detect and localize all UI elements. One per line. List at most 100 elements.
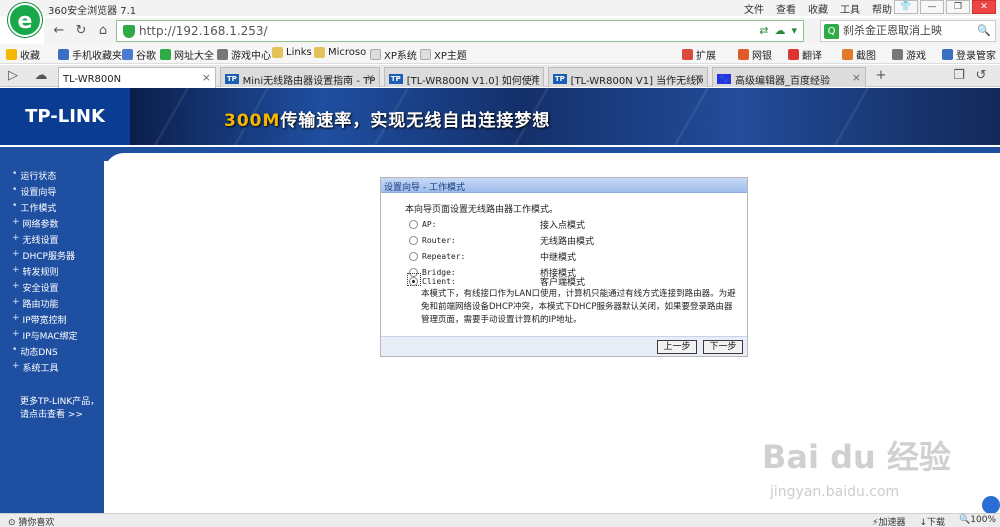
radio-client[interactable]	[409, 277, 418, 286]
folder-icon	[272, 47, 283, 58]
mode-option-ap[interactable]: AP: 接入点模式	[409, 218, 585, 231]
status-recommend[interactable]: ⊙ 猜你喜欢	[8, 515, 54, 527]
new-tab-icon[interactable]: +	[872, 67, 890, 85]
tool-bank[interactable]: 网银	[738, 47, 772, 62]
search-box[interactable]: Q 🔍	[820, 20, 996, 42]
dropdown-icon[interactable]: ▾	[791, 24, 797, 37]
security-shield-icon	[123, 25, 135, 38]
sidebar-item-run-status[interactable]: • 运行状态	[12, 169, 56, 182]
close-tab-icon[interactable]: ×	[530, 71, 539, 84]
home-icon[interactable]: ⌂	[94, 22, 112, 40]
tool-games[interactable]: 游戏	[892, 47, 926, 62]
sidebar-item-ddns[interactable]: • 动态DNS	[12, 345, 58, 358]
search-input[interactable]	[843, 23, 973, 36]
fav-games[interactable]: 游戏中心	[217, 47, 271, 62]
next-step-button[interactable]: 下一步	[703, 340, 743, 354]
status-zoom[interactable]: 🔍100%	[959, 515, 996, 527]
compat-mode-icon[interactable]: ⇄	[759, 24, 768, 37]
fav-collect[interactable]: 收藏	[6, 47, 40, 62]
fav-xp-theme[interactable]: XP主题	[420, 47, 467, 62]
status-bar: ⊙ 猜你喜欢 ⚡加速器 ↓下载 🔍100%	[0, 513, 1000, 527]
close-tab-icon[interactable]: ×	[202, 71, 211, 84]
tp-link-icon: TP	[225, 74, 239, 84]
refresh-icon[interactable]: ↻	[72, 22, 90, 40]
fav-microsoft[interactable]: Microso	[314, 47, 366, 58]
menu-favorites[interactable]: 收藏	[808, 1, 828, 16]
wizard-panel: 设置向导 - 工作模式 本向导页面设置无线路由器工作模式。 AP: 接入点模式 …	[380, 177, 748, 357]
tab-baidu-editor[interactable]: 🐾 高级编辑器_百度经验 ×	[712, 67, 866, 87]
fav-xp-system[interactable]: XP系统	[370, 47, 417, 62]
minimize-button[interactable]: —	[920, 0, 944, 14]
fav-google[interactable]: 谷歌	[122, 47, 156, 62]
tab-as-wireless[interactable]: TP [TL-WR800N V1] 当作无线网 ×	[548, 67, 708, 87]
mode-option-repeater[interactable]: Repeater: 中继模式	[409, 250, 576, 263]
scroll-top-icon[interactable]	[982, 496, 1000, 514]
folder-icon	[314, 47, 325, 58]
radio-repeater[interactable]	[409, 252, 418, 261]
sidebar-item-network[interactable]: + 网络参数	[12, 217, 59, 230]
baidu-watermark: Bai du 经验 jingyan.baidu.com	[762, 432, 962, 502]
tp-link-logo: TP-LINK	[0, 88, 130, 145]
prev-step-button[interactable]: 上一步	[657, 340, 697, 354]
mode-option-router[interactable]: Router: 无线路由模式	[409, 234, 594, 247]
sidebar-item-dhcp[interactable]: + DHCP服务器	[12, 249, 75, 262]
tool-login-manager[interactable]: 登录管家	[942, 47, 996, 62]
gamepad-icon	[892, 49, 903, 60]
search-icon[interactable]: 🔍	[977, 24, 991, 37]
menu-help[interactable]: 帮助	[872, 1, 892, 16]
sidebar-item-work-mode[interactable]: • 工作模式	[12, 201, 56, 214]
browser-logo-icon[interactable]: e	[8, 3, 42, 37]
tab-tl-wr800n[interactable]: TL-WR800N ×	[58, 67, 216, 88]
menu-file[interactable]: 文件	[744, 1, 764, 16]
close-tab-icon[interactable]: ×	[852, 71, 861, 84]
translate-icon	[788, 49, 799, 60]
address-bar[interactable]: ⇄ ☁ ▾	[116, 20, 804, 42]
tool-screenshot[interactable]: 截图	[842, 47, 876, 62]
user-icon	[942, 49, 953, 60]
sidebar-item-ip-mac[interactable]: + IP与MAC绑定	[12, 329, 78, 342]
radio-router[interactable]	[409, 236, 418, 245]
maximize-button[interactable]: ❐	[946, 0, 970, 14]
mode-option-client[interactable]: Client: 客户端模式	[409, 275, 585, 288]
sidebar-item-forwarding[interactable]: + 转发规则	[12, 265, 59, 278]
tab-list-icon[interactable]: ❐	[950, 67, 968, 85]
sidebar-item-wireless[interactable]: + 无线设置	[12, 233, 59, 246]
fav-links[interactable]: Links	[272, 47, 312, 58]
address-input[interactable]	[139, 23, 739, 39]
sites-icon	[160, 49, 171, 60]
sidebar-item-bandwidth[interactable]: + IP带宽控制	[12, 313, 67, 326]
title-bar: 360安全浏览器 7.1 文件 查看 收藏 工具 帮助 👕 — ❐ ✕	[0, 0, 1000, 17]
baidu-paw-icon: 🐾	[717, 74, 731, 84]
tab-mini-router-guide[interactable]: TP Mini无线路由器设置指南 - TP- ×	[220, 67, 380, 87]
wizard-footer: 上一步 下一步	[381, 336, 747, 356]
gamepad-icon	[217, 49, 228, 60]
page-banner: TP-LINK 300M传输速率，实现无线自由连接梦想	[0, 88, 1000, 145]
restore-tab-icon[interactable]: ↺	[972, 67, 990, 85]
fav-sites[interactable]: 网址大全	[160, 47, 214, 62]
search-engine-icon[interactable]: Q	[824, 24, 839, 39]
tool-translate[interactable]: 翻译	[788, 47, 822, 62]
close-tab-icon[interactable]: ×	[694, 71, 703, 84]
close-button[interactable]: ✕	[972, 0, 996, 14]
fav-mobile[interactable]: 手机收藏夹	[58, 47, 122, 62]
status-download[interactable]: ↓下载	[919, 515, 945, 527]
sidebar-item-security[interactable]: + 安全设置	[12, 281, 59, 294]
tool-extensions[interactable]: 扩展	[682, 47, 716, 62]
cloud-icon[interactable]: ☁	[774, 24, 785, 37]
skin-button[interactable]: 👕	[894, 0, 918, 14]
tp-link-icon: TP	[389, 74, 403, 84]
sidebar-item-system-tools[interactable]: + 系统工具	[12, 361, 59, 374]
sidebar-item-routing[interactable]: + 路由功能	[12, 297, 59, 310]
menu-view[interactable]: 查看	[776, 1, 796, 16]
sidebar-toggle-icon[interactable]: ▷	[4, 67, 22, 85]
close-tab-icon[interactable]: ×	[366, 71, 375, 84]
more-products-link[interactable]: 更多TP-LINK产品， 请点击查看 >>	[20, 396, 104, 422]
back-arrow-icon[interactable]: ←	[50, 22, 68, 40]
sidebar-item-setup-wizard[interactable]: • 设置向导	[12, 185, 56, 198]
radio-ap[interactable]	[409, 220, 418, 229]
tab-how-to-use[interactable]: TP [TL-WR800N V1.0] 如何使用 ×	[384, 67, 544, 87]
menu-tools[interactable]: 工具	[840, 1, 860, 16]
status-accelerator[interactable]: ⚡加速器	[872, 515, 905, 527]
address-actions: ⇄ ☁ ▾	[759, 24, 797, 37]
cloud-icon[interactable]: ☁	[32, 67, 50, 85]
